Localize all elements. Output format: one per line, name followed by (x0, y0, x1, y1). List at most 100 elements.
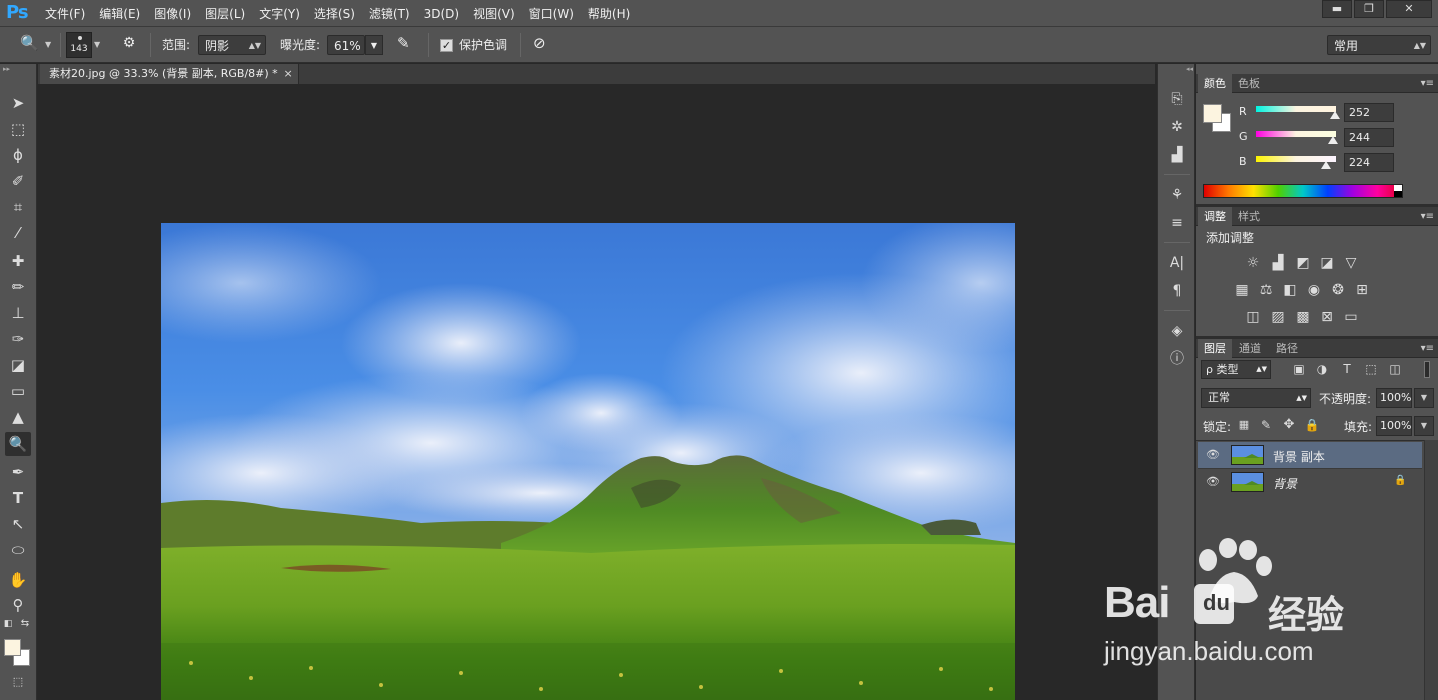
tab-swatches[interactable]: 色板 (1232, 74, 1266, 93)
visibility-eye-icon[interactable]: 👁 (1206, 448, 1220, 461)
selective-color-icon[interactable]: ⊠ (1317, 308, 1337, 326)
hue-saturation-icon[interactable]: ▦ (1232, 281, 1252, 299)
lasso-tool-icon[interactable]: ϕ (5, 143, 31, 167)
brush-panel-toggle-icon[interactable]: ⚙ (119, 33, 139, 55)
tab-styles[interactable]: 样式 (1232, 207, 1266, 226)
restore-button[interactable]: ❐ (1354, 0, 1384, 18)
blue-value-field[interactable]: 224 (1344, 153, 1394, 172)
layer-row[interactable]: 👁 背景 🔒 (1198, 468, 1422, 494)
tab-adjustments[interactable]: 调整 (1198, 207, 1232, 226)
path-selection-tool-icon[interactable]: ↖ (5, 512, 31, 536)
quick-mask-icon[interactable]: ⬚ (5, 670, 31, 694)
filter-adjustment-layers-icon[interactable]: ◑ (1312, 360, 1332, 378)
filter-toggle-switch[interactable] (1424, 361, 1430, 378)
healing-brush-tool-icon[interactable]: ✚ (5, 249, 31, 273)
menu-image[interactable]: 图像(I) (147, 5, 198, 22)
navigator-panel-icon[interactable]: ✲ (1166, 116, 1188, 138)
black-white-icon[interactable]: ◧ (1280, 281, 1300, 299)
range-dropdown[interactable]: 阴影 ▲▼ (198, 35, 266, 55)
document-tab[interactable]: 素材20.jpg @ 33.3% (背景 副本, RGB/8#) * × (40, 64, 299, 84)
crop-tool-icon[interactable]: ⌗ (5, 195, 31, 219)
curves-icon[interactable]: ◩ (1293, 254, 1313, 272)
photo-filter-icon[interactable]: ◉ (1304, 281, 1324, 299)
color-spectrum-ramp[interactable] (1203, 184, 1403, 198)
menu-3d[interactable]: 3D(D) (417, 7, 466, 21)
quick-select-tool-icon[interactable]: ✐ (5, 169, 31, 193)
info-panel-icon[interactable]: ⓘ (1166, 348, 1188, 370)
posterize-icon[interactable]: ▨ (1268, 308, 1288, 326)
foreground-color-swatch[interactable] (4, 639, 21, 656)
blue-slider-knob[interactable] (1321, 161, 1331, 169)
invert-icon[interactable]: ◫ (1243, 308, 1263, 326)
layer-row[interactable]: 👁 背景 副本 (1198, 442, 1422, 468)
threshold-icon[interactable]: ▩ (1293, 308, 1313, 326)
blur-tool-icon[interactable]: ▲ (5, 405, 31, 429)
visibility-eye-icon[interactable]: 👁 (1206, 475, 1220, 488)
menu-view[interactable]: 视图(V) (466, 5, 522, 22)
brush-preset-picker[interactable]: 143 (66, 32, 92, 58)
panel-grip-icon[interactable]: ▸▸ (0, 64, 36, 74)
brush-picker-arrow-icon[interactable]: ▼ (94, 35, 100, 55)
layer-filter-kind-dropdown[interactable]: ρ 类型 ▲▼ (1201, 360, 1271, 379)
hand-tool-icon[interactable]: ✋ (5, 568, 31, 592)
tool-preset-dropdown-icon[interactable]: ▼ (45, 35, 51, 55)
fill-field[interactable]: 100% (1376, 416, 1412, 436)
green-value-field[interactable]: 244 (1344, 128, 1394, 147)
menu-layer[interactable]: 图层(L) (198, 5, 252, 22)
dodge-tool-icon[interactable]: 🔍 (20, 33, 39, 53)
fill-slider-toggle[interactable]: ▼ (1414, 416, 1434, 436)
clone-stamp-tool-icon[interactable]: ⊥ (5, 301, 31, 325)
close-tab-icon[interactable]: × (283, 64, 292, 83)
lock-image-pixels-icon[interactable]: ✎ (1256, 416, 1276, 434)
swap-colors-icon[interactable]: ⇆ (18, 617, 32, 631)
default-colors-icon[interactable]: ◧ (1, 617, 15, 631)
close-button[interactable]: ✕ (1386, 0, 1432, 18)
history-panel-icon[interactable]: ⎘ (1166, 88, 1188, 110)
pressure-size-icon[interactable]: ⊘ (533, 33, 546, 53)
filter-type-layers-icon[interactable]: T (1337, 360, 1357, 378)
green-slider-knob[interactable] (1328, 136, 1338, 144)
ellipse-tool-icon[interactable]: ⬭ (5, 538, 31, 562)
paragraph-panel-icon[interactable]: ¶ (1166, 280, 1188, 302)
tab-paths[interactable]: 路径 (1270, 339, 1304, 358)
menu-file[interactable]: 文件(F) (38, 5, 92, 22)
eraser-tool-icon[interactable]: ◪ (5, 353, 31, 377)
exposure-icon[interactable]: ◪ (1317, 254, 1337, 272)
red-slider-knob[interactable] (1330, 111, 1340, 119)
brush-tool-icon[interactable]: ✏ (5, 275, 31, 299)
lock-all-icon[interactable]: 🔒 (1302, 416, 1322, 434)
gradient-tool-icon[interactable]: ▭ (5, 379, 31, 403)
tab-layers[interactable]: 图层 (1198, 339, 1232, 358)
brightness-contrast-icon[interactable]: ☼ (1243, 254, 1263, 272)
pen-tool-icon[interactable]: ✒ (5, 460, 31, 484)
tab-color[interactable]: 颜色 (1198, 74, 1232, 93)
vibrance-icon[interactable]: ▽ (1341, 254, 1361, 272)
filter-shape-layers-icon[interactable]: ⬚ (1361, 360, 1381, 378)
protect-tones-checkbox[interactable]: ✓ (440, 39, 453, 52)
panel-menu-icon[interactable]: ▾≡ (1421, 74, 1434, 93)
filter-pixel-layers-icon[interactable]: ▣ (1289, 360, 1309, 378)
layers-scrollbar[interactable] (1424, 440, 1438, 700)
panel-menu-icon[interactable]: ▾≡ (1421, 207, 1434, 226)
color-balance-icon[interactable]: ⚖ (1256, 281, 1276, 299)
character-panel-icon[interactable]: A| (1166, 252, 1188, 274)
move-tool-icon[interactable]: ➤ (5, 91, 31, 115)
color-panel-foreground-swatch[interactable] (1203, 104, 1222, 123)
black-swatch[interactable] (1394, 191, 1402, 197)
panel-menu-icon[interactable]: ▾≡ (1421, 339, 1434, 358)
green-slider-track[interactable] (1256, 131, 1336, 137)
histogram-panel-icon[interactable]: ▟ (1166, 144, 1188, 166)
workspace-dropdown[interactable]: 常用 ▲▼ (1327, 35, 1431, 55)
panel-grip-icon[interactable]: ◂◂ (1158, 64, 1194, 74)
opacity-slider-toggle[interactable]: ▼ (1414, 388, 1434, 408)
menu-select[interactable]: 选择(S) (307, 5, 362, 22)
type-tool-icon[interactable]: T (5, 486, 31, 510)
document-image[interactable] (161, 223, 1015, 700)
menu-edit[interactable]: 编辑(E) (92, 5, 147, 22)
opacity-field[interactable]: 100% (1376, 388, 1412, 408)
zoom-tool-icon[interactable]: ⚲ (5, 593, 31, 617)
exposure-field[interactable]: 61% (327, 35, 365, 55)
blend-mode-dropdown[interactable]: 正常 ▲▼ (1201, 388, 1311, 408)
history-brush-tool-icon[interactable]: ✑ (5, 327, 31, 351)
exposure-slider-toggle[interactable]: ▼ (365, 35, 383, 55)
